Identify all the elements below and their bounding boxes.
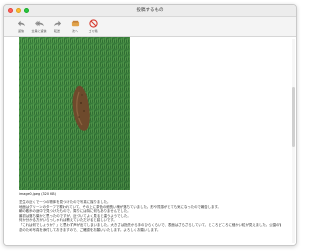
reply-button[interactable]: 返信 <box>14 17 28 33</box>
forward-button[interactable]: 転送 <box>50 17 64 33</box>
attachment-caption: image0.jpeg (320 KB) <box>19 192 56 196</box>
message-body: image0.jpeg (320 KB) 芝生の近くで一つの物体を見つけたので写… <box>4 37 296 245</box>
reply-all-label: 全員に返信 <box>31 29 47 33</box>
mail-window: 投稿するもの 返信 全員に返信 転送 次へ ゴミ箱 image0.jpeg (3… <box>3 4 297 246</box>
body-line: 「これは何でしょうか？」と思わず声が出てしまいました。大きさは指先から手のひらく… <box>19 222 281 227</box>
next-button[interactable]: 次へ <box>68 17 82 33</box>
grass-photo <box>19 37 130 190</box>
scrollbar-thumb[interactable] <box>292 87 295 147</box>
next-label: 次へ <box>71 29 78 33</box>
trash-label: ゴミ箱 <box>88 29 98 33</box>
title-bar: 投稿するもの <box>4 5 296 17</box>
reply-label: 返信 <box>17 29 24 33</box>
message-text: 芝生の近くで一つの物体を見つけたので写真に撮りました。 地面はグリーンのターフで… <box>19 200 281 232</box>
body-line: 念のため写真を添付しておきますので、ご確認をお願いいたします。よろしくお願いしま… <box>19 227 161 232</box>
next-icon <box>71 20 79 27</box>
trash-icon <box>88 19 98 28</box>
toolbar: 返信 全員に返信 転送 次へ ゴミ箱 <box>4 17 296 37</box>
reply-icon <box>17 20 25 27</box>
attached-photo[interactable] <box>19 37 130 190</box>
trash-button[interactable]: ゴミ箱 <box>86 17 100 33</box>
window-title: 投稿するもの <box>136 8 164 13</box>
forward-icon <box>53 20 61 27</box>
reply-all-button[interactable]: 全員に返信 <box>31 17 47 33</box>
reply-all-icon <box>34 20 44 27</box>
forward-label: 転送 <box>53 29 60 33</box>
